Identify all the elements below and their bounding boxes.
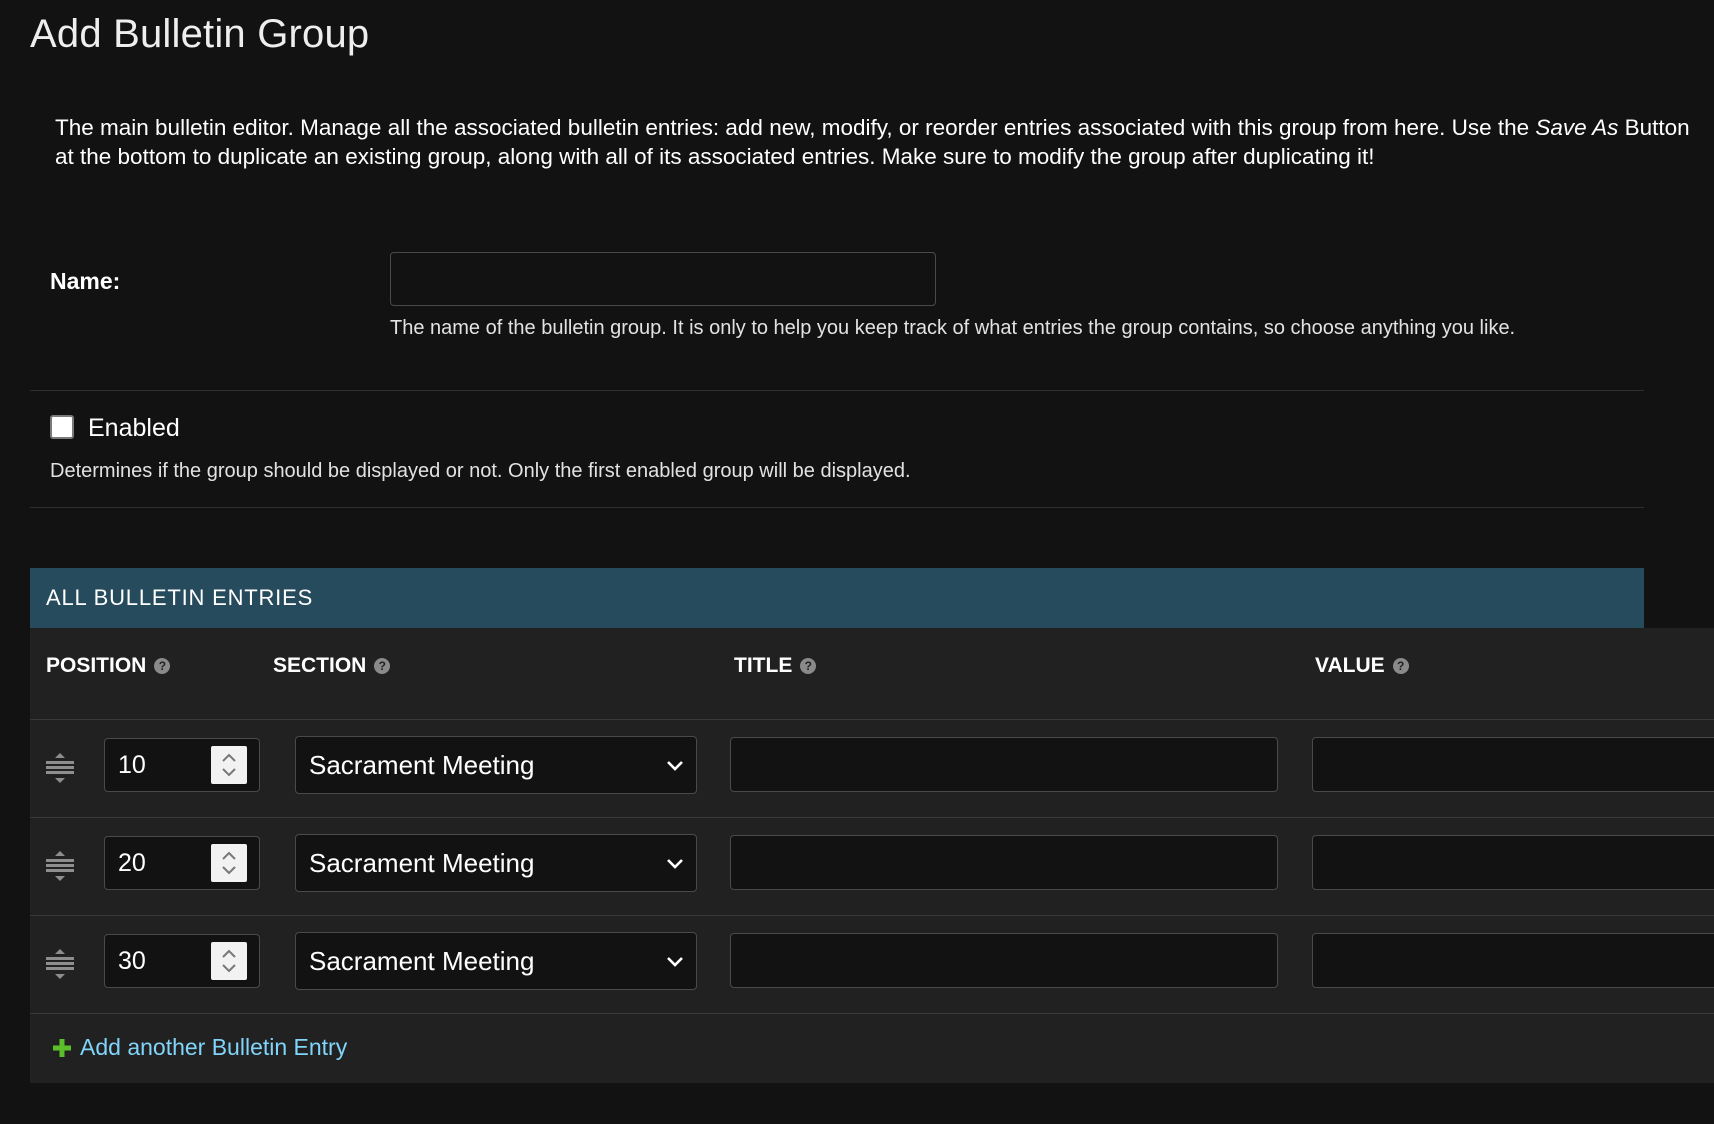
drag-handle-icon[interactable] (46, 851, 74, 881)
number-spinner[interactable] (211, 746, 247, 784)
add-entry-row: Add another Bulletin Entry (30, 1013, 1714, 1083)
drag-handle-icon[interactable] (46, 949, 74, 979)
value-input[interactable] (1312, 933, 1714, 988)
position-input[interactable]: 30 (104, 934, 260, 988)
title-input[interactable] (730, 835, 1278, 890)
page: Add Bulletin Group The main bulletin edi… (0, 0, 1714, 1124)
question-circle-icon: ? (374, 658, 391, 674)
column-header-position-label: POSITION (46, 654, 147, 677)
table-row: 30 Sacrament Meeting (30, 915, 1714, 1013)
intro-text-part1: The main bulletin editor. Manage all the… (55, 115, 1536, 140)
name-help-text: The name of the bulletin group. It is on… (390, 317, 1516, 339)
column-header-section-label: SECTION (273, 654, 367, 677)
intro-text: The main bulletin editor. Manage all the… (55, 113, 1695, 171)
column-header-title-label: TITLE (734, 654, 793, 677)
value-input[interactable] (1312, 835, 1714, 890)
enabled-checkbox[interactable] (50, 415, 74, 439)
add-bulletin-entry-label: Add another Bulletin Entry (80, 1034, 348, 1060)
section-select-value: Sacrament Meeting (309, 750, 535, 780)
question-circle-icon: ? (800, 658, 817, 674)
enabled-label[interactable]: Enabled (88, 414, 180, 443)
chevron-down-icon (667, 859, 683, 869)
column-header-value-label: VALUE (1315, 654, 1385, 677)
table-row: 20 Sacrament Meeting (30, 817, 1714, 915)
section-select-value: Sacrament Meeting (309, 848, 535, 878)
title-input[interactable] (730, 737, 1278, 792)
name-label: Name: (50, 268, 121, 294)
title-input[interactable] (730, 933, 1278, 988)
section-select-value: Sacrament Meeting (309, 946, 535, 976)
question-circle-icon: ? (1392, 658, 1409, 674)
question-circle-icon: ? (154, 658, 171, 674)
column-header-title: TITLE ? (734, 654, 817, 678)
name-form-row: Name: The name of the bulletin group. It… (30, 230, 1644, 391)
number-spinner[interactable] (211, 844, 247, 882)
enabled-form-row: Enabled Determines if the group should b… (30, 390, 1644, 508)
position-input[interactable]: 20 (104, 836, 260, 890)
enabled-help-text: Determines if the group should be displa… (50, 460, 911, 482)
column-header-section: SECTION ? (273, 654, 391, 678)
chevron-down-icon (667, 761, 683, 771)
chevron-down-icon (667, 957, 683, 967)
add-bulletin-entry-link[interactable]: Add another Bulletin Entry (52, 1034, 347, 1061)
drag-handle-icon[interactable] (46, 753, 74, 783)
page-title: Add Bulletin Group (30, 12, 370, 56)
section-select[interactable]: Sacrament Meeting (295, 834, 697, 892)
section-select[interactable]: Sacrament Meeting (295, 932, 697, 990)
bulletin-entries-header: ALL BULLETIN ENTRIES (30, 568, 1644, 628)
intro-text-save-as: Save As (1535, 115, 1619, 140)
table-row: 10 Sacrament Meeting (30, 719, 1714, 817)
position-value: 30 (118, 947, 146, 975)
position-value: 20 (118, 849, 146, 877)
number-spinner[interactable] (211, 942, 247, 980)
section-select[interactable]: Sacrament Meeting (295, 736, 697, 794)
value-input[interactable] (1312, 737, 1714, 792)
column-header-position: POSITION ? (46, 654, 171, 678)
position-value: 10 (118, 751, 146, 779)
position-input[interactable]: 10 (104, 738, 260, 792)
name-input[interactable] (390, 252, 936, 306)
bulletin-entries-table: POSITION ? SECTION ? TITLE ? VALUE ? 10 (30, 628, 1714, 1083)
column-header-value: VALUE ? (1315, 654, 1409, 678)
plus-icon (53, 1038, 71, 1057)
